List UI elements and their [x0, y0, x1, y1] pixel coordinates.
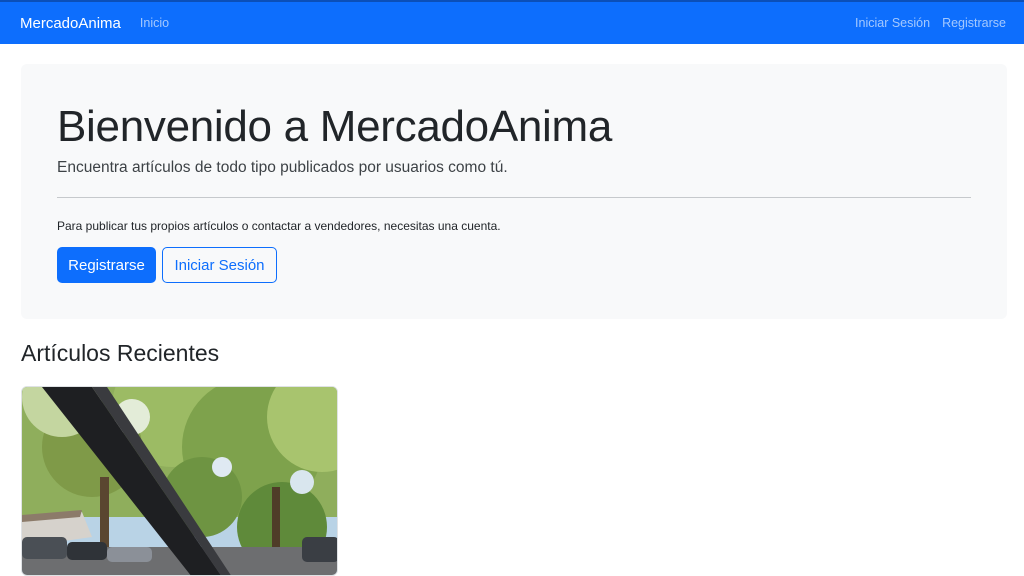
hero-lead: Encuentra artículos de todo tipo publica…	[57, 159, 508, 176]
hero-note: Para publicar tus propios artículos o co…	[57, 219, 501, 233]
login-button[interactable]: Iniciar Sesión	[162, 247, 277, 283]
brand-link[interactable]: MercadoAnima	[20, 15, 121, 32]
item-card[interactable]	[21, 386, 338, 576]
recent-items-title: Artículos Recientes	[21, 340, 220, 366]
nav-link-inicio[interactable]: Inicio	[140, 16, 169, 30]
nav-link-login[interactable]: Iniciar Sesión	[855, 16, 930, 30]
nav-right-group: Iniciar Sesión Registrarse	[855, 16, 1006, 30]
item-card-image[interactable]	[22, 387, 338, 576]
nav-link-register[interactable]: Registrarse	[942, 16, 1006, 30]
hero-title: Bienvenido a MercadoAnima	[57, 102, 613, 151]
welcome-hero: Bienvenido a MercadoAnima Encuentra artí…	[21, 64, 1007, 319]
register-button[interactable]: Registrarse	[57, 247, 156, 283]
top-navbar: MercadoAnima Inicio Iniciar Sesión Regis…	[0, 0, 1024, 44]
hero-divider	[57, 197, 971, 198]
